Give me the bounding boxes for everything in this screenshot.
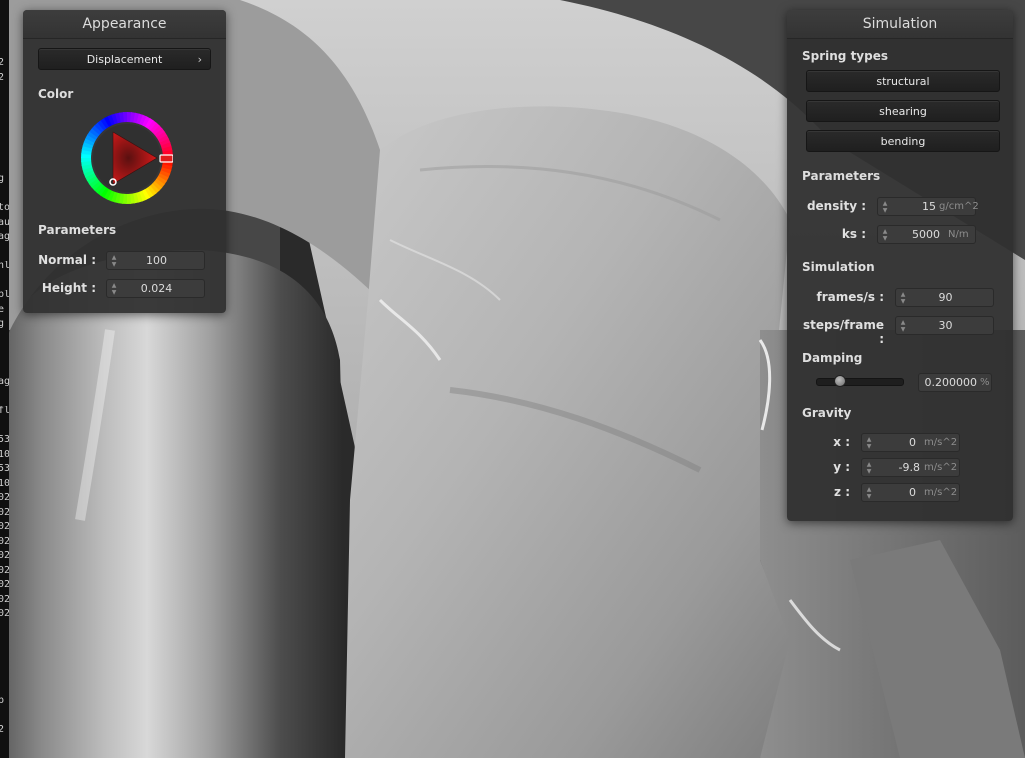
gravity-x-input[interactable]: ▲ ▼ 0 m/s^2 <box>861 433 960 452</box>
terminal-line: 53 <box>0 464 9 474</box>
steps-input[interactable]: ▲ ▼ 30 <box>895 316 994 335</box>
height-value: 0.024 <box>140 282 173 295</box>
simulation-panel: Simulation Spring types structural shear… <box>787 10 1013 521</box>
terminal-line: 2 <box>0 725 5 735</box>
terminal-line: 02 <box>0 580 9 590</box>
terminal-line: 10 <box>0 478 9 489</box>
gravity-z-label: z : <box>834 485 850 499</box>
gravity-x-unit: m/s^2 <box>924 437 958 448</box>
appearance-panel: Appearance Displacement › Color Paramete… <box>23 10 226 313</box>
damping-value: 0.200000 <box>924 376 978 389</box>
structural-button[interactable]: structural <box>806 70 1000 92</box>
density-input[interactable]: ▲ ▼ 15 g/cm^2 <box>877 197 979 216</box>
terminal-line: ag <box>0 377 9 387</box>
terminal-line: ag <box>0 232 9 242</box>
terminal-line: pl <box>0 290 9 300</box>
sim-parameters-section-title: Parameters <box>802 169 881 183</box>
normal-value: 100 <box>146 254 167 267</box>
terminal-line: 02 <box>0 594 9 605</box>
gravity-y-unit: m/s^2 <box>924 462 958 473</box>
appearance-parameters-section-title: Parameters <box>38 223 117 237</box>
terminal-line: nl <box>0 261 9 271</box>
density-value: 15 <box>922 200 936 213</box>
ks-value: 5000 <box>912 228 940 241</box>
damping-input[interactable]: 0.200000 % <box>918 373 992 392</box>
terminal-line: au <box>0 217 9 228</box>
fps-value: 90 <box>938 291 953 304</box>
color-section-title: Color <box>38 87 74 101</box>
terminal-line: g <box>0 174 5 184</box>
gravity-section-title: Gravity <box>802 406 852 420</box>
damping-section-title: Damping <box>802 351 863 365</box>
gravity-y-label: y : <box>833 460 850 474</box>
density-label: density : <box>806 199 866 213</box>
terminal-line: 53 <box>0 435 9 445</box>
terminal-strip: 2 2 g to au ag nl pl e g ag fl 53 10 53 10 02 02 02 02 02 02 0… <box>0 0 9 758</box>
terminal-line: 02 <box>0 522 9 532</box>
fps-label: frames/s : <box>816 290 884 304</box>
terminal-line: 2 <box>0 72 5 83</box>
steps-label: steps/frame : <box>802 318 884 346</box>
ks-label: ks : <box>841 227 866 241</box>
ks-unit: N/m <box>948 229 969 240</box>
terminal-line: 02 <box>0 493 9 503</box>
simulation-panel-title[interactable]: Simulation <box>787 10 1013 39</box>
terminal-line: 02 <box>0 536 9 547</box>
terminal-line: fl <box>0 406 9 416</box>
damping-slider-handle[interactable] <box>833 375 846 387</box>
appearance-panel-title[interactable]: Appearance <box>23 10 226 39</box>
steps-value: 30 <box>938 319 953 332</box>
spring-types-section-title: Spring types <box>802 49 889 63</box>
terminal-line: to <box>0 203 9 213</box>
bending-button[interactable]: bending <box>806 130 1000 152</box>
normal-label: Normal : <box>38 253 96 267</box>
terminal-line: p <box>0 696 5 706</box>
damping-slider-track[interactable] <box>816 378 904 386</box>
gravity-x-label: x : <box>833 435 850 449</box>
terminal-line: 02 <box>0 551 9 561</box>
density-unit: g/cm^2 <box>939 201 979 212</box>
shearing-button[interactable]: shearing <box>806 100 1000 122</box>
damping-unit: % <box>980 377 990 388</box>
fps-input[interactable]: ▲ ▼ 90 <box>895 288 994 307</box>
terminal-line: g <box>0 319 5 329</box>
ks-input[interactable]: ▲ ▼ 5000 N/m <box>877 225 976 244</box>
chevron-right-icon: › <box>197 53 202 66</box>
gravity-z-value: 0 <box>909 486 916 499</box>
simulation-section-title: Simulation <box>802 260 875 274</box>
color-wheel-icon[interactable] <box>81 112 173 204</box>
hue-picker-handle[interactable] <box>159 154 173 163</box>
gravity-y-value: -9.8 <box>898 461 920 474</box>
gravity-y-input[interactable]: ▲ ▼ -9.8 m/s^2 <box>861 458 960 477</box>
terminal-line: 02 <box>0 565 9 576</box>
height-input[interactable]: ▲ ▼ 0.024 <box>106 279 205 298</box>
shader-dropdown-button[interactable]: Displacement › <box>38 48 211 70</box>
terminal-line: 02 <box>0 507 9 518</box>
terminal-line: e <box>0 304 5 315</box>
terminal-line: 10 <box>0 449 9 460</box>
terminal-line: 2 <box>0 58 5 68</box>
gravity-z-unit: m/s^2 <box>924 487 958 498</box>
gravity-x-value: 0 <box>909 436 916 449</box>
shader-dropdown-label: Displacement <box>86 53 163 66</box>
gravity-z-input[interactable]: ▲ ▼ 0 m/s^2 <box>861 483 960 502</box>
height-label: Height : <box>41 281 96 295</box>
terminal-line: 02 <box>0 609 9 619</box>
normal-input[interactable]: ▲ ▼ 100 <box>106 251 205 270</box>
